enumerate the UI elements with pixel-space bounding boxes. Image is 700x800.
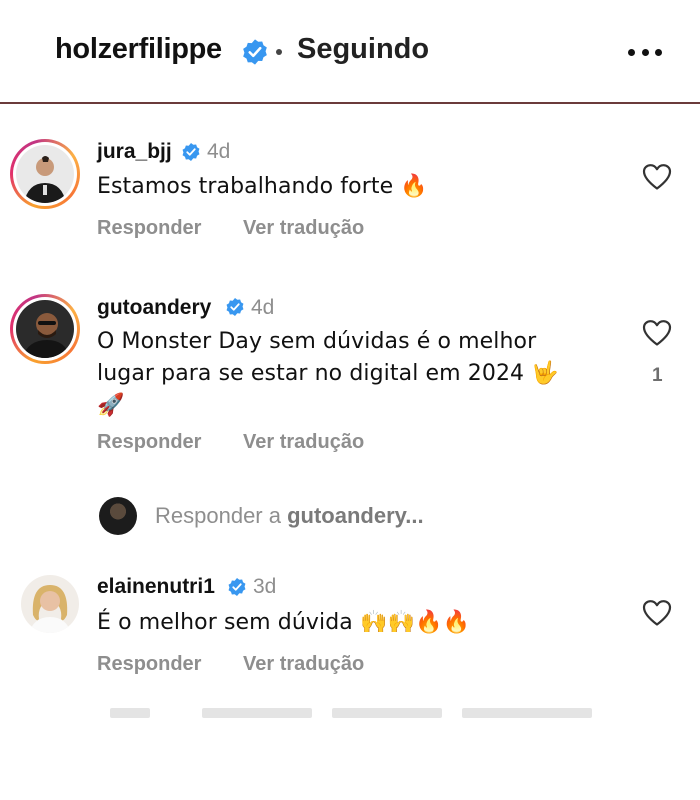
avatar[interactable] [21,575,79,633]
comment-username[interactable]: elainenutri1 [97,575,215,599]
verified-badge-icon [182,143,200,161]
heart-icon[interactable] [642,319,672,347]
verified-badge-icon [226,298,244,316]
reply-to-input[interactable]: Responder a gutoandery... [99,495,519,537]
comment-timestamp: 3d [253,575,277,598]
comment-text: Estamos trabalhando forte 🔥 [97,174,428,199]
comments-page: holzerfilippe Seguindo jura_bjj 4d Estam… [0,0,700,800]
more-options-icon[interactable] [622,32,668,72]
comment-timestamp: 4d [251,296,275,319]
current-user-avatar [99,497,137,535]
comment-text: É o melhor sem dúvida 🙌🙌🔥🔥 [97,610,470,635]
reply-placeholder: Responder a gutoandery... [155,503,424,528]
see-translation-button[interactable]: Ver tradução [243,653,364,676]
see-translation-button[interactable]: Ver tradução [243,431,364,454]
avatar [16,145,74,203]
comment-timestamp: 4d [207,140,231,163]
reply-button[interactable]: Responder [97,431,201,454]
separator-dot [276,49,282,55]
like-count: 1 [652,365,663,386]
see-translation-button[interactable]: Ver tradução [243,217,364,240]
avatar-story-ring[interactable] [10,139,80,209]
header-username[interactable]: holzerfilippe [55,33,222,66]
header: holzerfilippe Seguindo [0,0,700,104]
comment-text-line: O Monster Day sem dúvidas é o melhor [97,329,537,354]
verified-badge-icon [228,578,246,596]
reply-button[interactable]: Responder [97,653,201,676]
following-status[interactable]: Seguindo [297,33,429,66]
verified-badge-icon [243,39,267,65]
comment-text-line: 🚀 [97,393,125,418]
cut-off-content [110,706,600,720]
heart-icon[interactable] [642,163,672,191]
heart-icon[interactable] [642,599,672,627]
comment-username[interactable]: jura_bjj [97,140,172,164]
avatar [16,300,74,358]
reply-button[interactable]: Responder [97,217,201,240]
comment-username[interactable]: gutoandery [97,296,211,320]
comment-text-line: lugar para se estar no digital em 2024 🤟 [97,361,559,386]
avatar-story-ring[interactable] [10,294,80,364]
